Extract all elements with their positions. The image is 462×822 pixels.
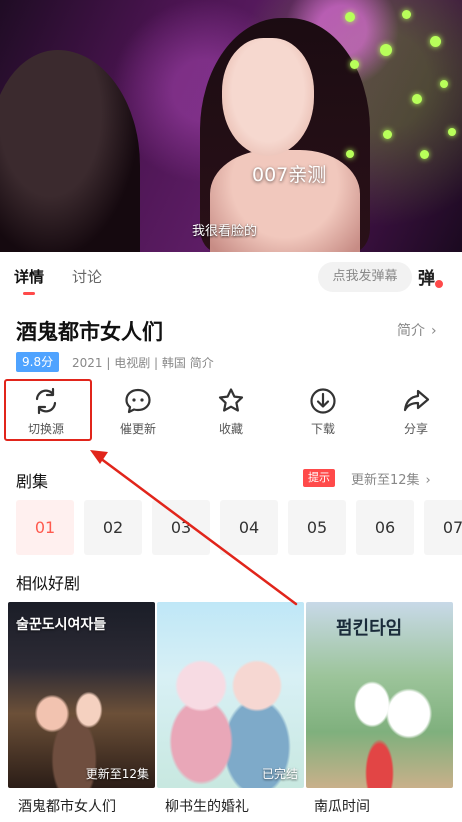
star-icon: [218, 388, 244, 412]
danmu-status-dot: [434, 279, 444, 289]
poster-status: 已完结: [261, 767, 298, 781]
poster-status: 更新至12集: [85, 767, 149, 781]
show-meta: 2021 | 电视剧 | 韩国 简介: [72, 356, 214, 370]
tab-details[interactable]: 详情: [14, 266, 44, 287]
urge-update-label: 催更新: [119, 422, 156, 436]
share-label: 分享: [403, 422, 428, 436]
tab-discussion[interactable]: 讨论: [72, 266, 102, 287]
urge-update-button[interactable]: 催更新: [110, 386, 166, 442]
bokeh-light: [420, 150, 429, 159]
download-button[interactable]: 下载: [295, 386, 351, 442]
bokeh-light: [412, 94, 422, 104]
detail-tab-bar: 详情 讨论 点我发弹幕 弹: [0, 256, 462, 300]
bokeh-light: [380, 44, 392, 56]
download-label: 下载: [310, 422, 335, 436]
episodes-update-link[interactable]: 更新至12集 ›: [351, 469, 431, 488]
chat-bubble-icon: [125, 388, 151, 414]
favorite-label: 收藏: [218, 422, 243, 436]
download-icon: [310, 388, 336, 414]
danmu-input[interactable]: 点我发弹幕: [318, 262, 412, 292]
episode-item[interactable]: 02: [84, 500, 142, 555]
video-actress-face: [222, 38, 314, 156]
episodes-heading: 剧集: [16, 472, 49, 491]
intro-link-label: 简介: [397, 323, 425, 339]
episode-item[interactable]: 05: [288, 500, 346, 555]
share-icon: [403, 389, 430, 412]
poster-logo-text: 펌킨타임: [336, 618, 403, 639]
share-button[interactable]: 分享: [388, 386, 444, 442]
bokeh-light: [345, 12, 355, 22]
episode-item[interactable]: 07: [424, 500, 462, 555]
annotation-highlight-box: [4, 379, 92, 441]
episode-item[interactable]: 01: [16, 500, 74, 555]
tab-active-indicator: [23, 292, 35, 295]
episode-item[interactable]: 04: [220, 500, 278, 555]
danmu-toggle-icon[interactable]: 弹: [418, 264, 444, 290]
bokeh-light: [346, 150, 354, 158]
video-player[interactable]: 007亲测 我很看脸的: [0, 0, 462, 252]
episodes-tip-badge: 提示: [303, 469, 335, 487]
score-badge: 9.8分: [16, 352, 60, 372]
episode-item[interactable]: 06: [356, 500, 414, 555]
similar-title[interactable]: 柳书生的婚礼: [165, 796, 249, 816]
bokeh-light: [383, 130, 392, 139]
episodes-update-label: 更新至12集: [351, 473, 420, 488]
video-watermark-text: 007亲测: [252, 164, 327, 186]
bokeh-light: [402, 10, 411, 19]
favorite-button[interactable]: 收藏: [203, 386, 259, 442]
danmu-icon-text: 弹: [418, 269, 435, 289]
similar-heading: 相似好剧: [16, 574, 81, 593]
poster-logo-text: 술꾼도시여자들: [16, 617, 107, 633]
similar-poster[interactable]: 已完结: [157, 602, 304, 788]
chevron-right-icon: ›: [425, 473, 431, 488]
similar-title[interactable]: 南瓜时间: [314, 796, 370, 816]
episode-list: 01 02 03 04 05 06 07: [16, 500, 462, 555]
episode-item[interactable]: 03: [152, 500, 210, 555]
bokeh-light: [350, 60, 359, 69]
bokeh-light: [430, 36, 441, 47]
bokeh-light: [448, 128, 456, 136]
bokeh-light: [440, 80, 448, 88]
video-foreground-figure: [0, 50, 140, 252]
similar-title[interactable]: 酒鬼都市女人们: [18, 796, 116, 816]
similar-poster[interactable]: 술꾼도시여자들 更新至12集: [8, 602, 155, 788]
intro-link[interactable]: 简介 ›: [397, 320, 437, 340]
video-subtitle: 我很看脸的: [192, 224, 258, 239]
similar-poster[interactable]: 펌킨타임: [306, 602, 453, 788]
show-title: 酒鬼都市女人们: [16, 320, 163, 344]
chevron-right-icon: ›: [431, 323, 437, 339]
